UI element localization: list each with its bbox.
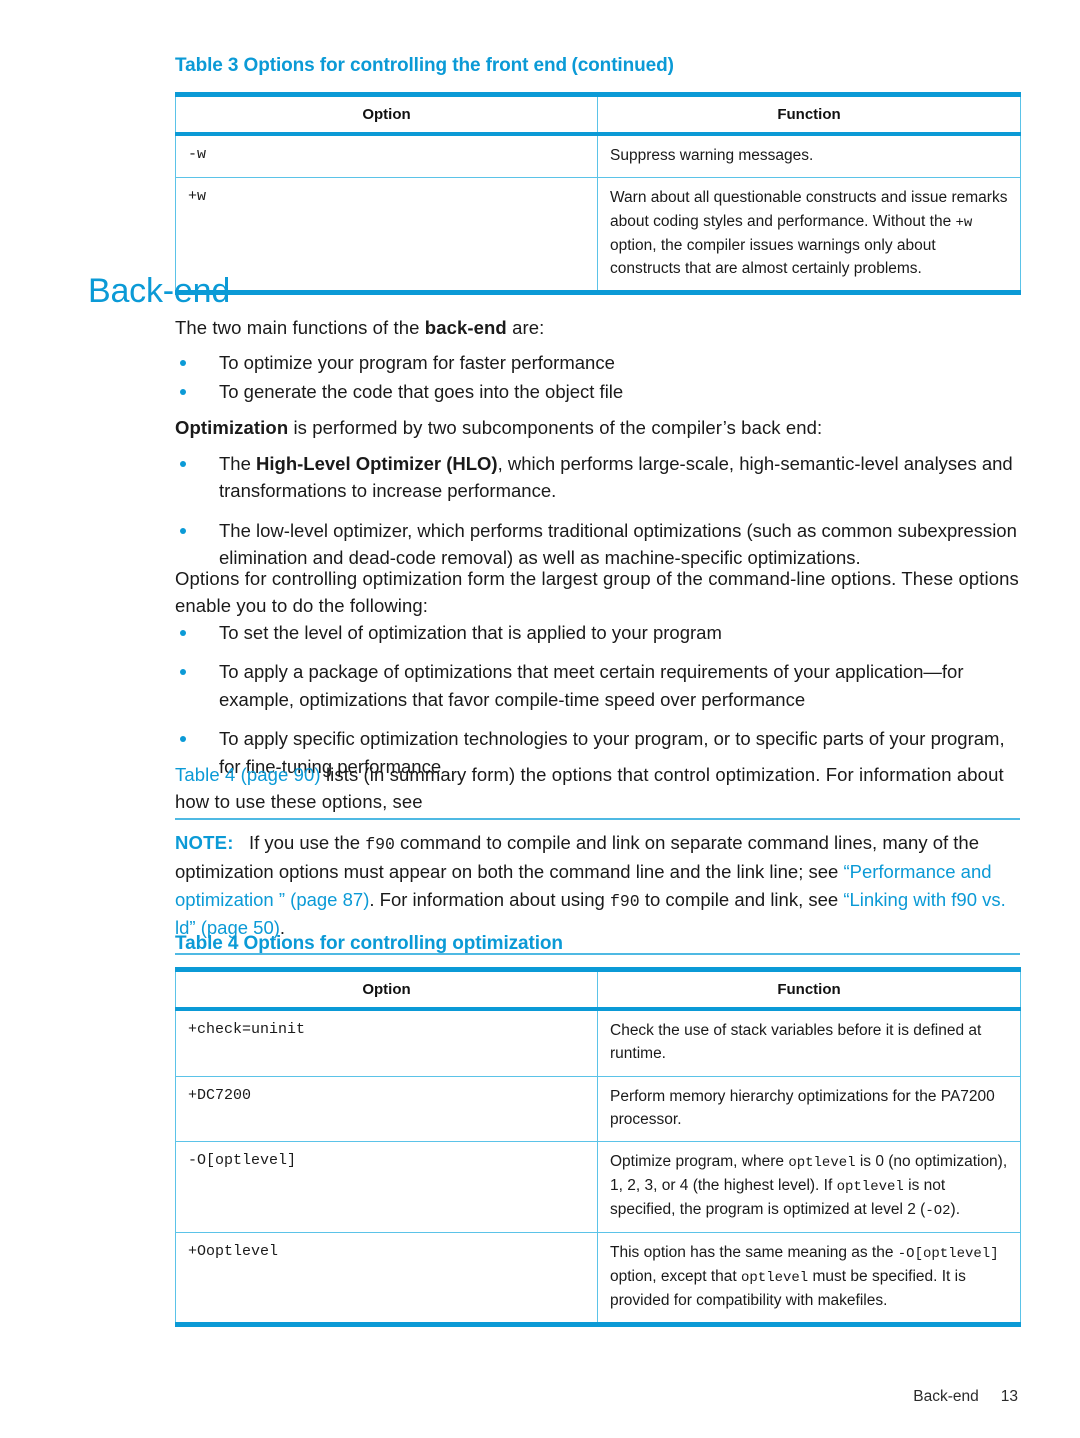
table-row: +w Warn about all questionable construct… [175,177,1021,293]
text-run: This option has the same meaning as the [610,1244,898,1261]
footer-page-number: 13 [1000,1388,1018,1405]
list-item: The High-Level Optimizer (HLO), which pe… [175,450,1020,505]
text-run: . For information about using [369,888,610,910]
table3-header-row: Option Function [175,94,1021,136]
table-row: +DC7200 Perform memory hierarchy optimiz… [175,1076,1021,1142]
code-run: f90 [610,891,640,911]
table4-reference-paragraph: Table 4 (page 90) lists (in summary form… [175,761,1020,816]
text-run: Perform memory hierarchy optimizations f… [610,1087,995,1128]
table4-row3-option: +Ooptlevel [175,1232,598,1325]
list-item: To apply a package of optimizations that… [175,658,1020,713]
intro-paragraph: The two main functions of the back-end a… [175,314,1020,341]
optimizer-bullet-list: The High-Level Optimizer (HLO), which pe… [175,450,1020,584]
intro-after: are: [506,317,545,338]
intro-bold: back-end [424,317,507,338]
intro-before: The two main functions of the [175,317,425,338]
table-row: -O[optlevel] Optimize program, where opt… [175,1141,1021,1233]
list-item: To generate the code that goes into the … [175,378,1020,405]
list-item: The low-level optimizer, which performs … [175,517,1020,572]
text-run: If you use the [248,832,366,853]
table3-wrapper: Option Function -w Suppress warning mess… [175,92,1021,295]
code-run: -O[optlevel] [897,1246,999,1262]
text-run: Warn about all questionable constructs a… [610,189,1008,230]
table3: Option Function -w Suppress warning mess… [175,92,1021,295]
table3-row1-option: +w [175,177,598,293]
text-run: option, except that [610,1268,741,1285]
table3-row1-function: Warn about all questionable constructs a… [598,178,1021,293]
code-run: +w [955,214,973,231]
table4-row2-function: Optimize program, where optlevel is 0 (n… [597,1141,1021,1233]
text-run: Optimize program, where [610,1153,789,1170]
code-run: f90 [365,835,395,854]
table3-caption-text: Table 3 Options for controlling the fron… [175,55,568,76]
table-row: -w Suppress warning messages. [175,134,1021,179]
note-label: NOTE: [175,832,234,853]
list-item-after: The low-level optimizer, which performs … [219,519,1017,569]
text-run: Check the use of stack variables before … [610,1022,982,1063]
table4-page-link[interactable]: Table 4 (page 90) [175,764,321,785]
document-page: Table 3 Options for controlling the fron… [0,0,1080,1438]
options-paragraph-text: Options for controlling optimization for… [175,568,1019,617]
table4-reference-text: Table 4 (page 90) lists (in summary form… [175,761,1020,816]
table-row: +check=uninit Check the use of stack var… [175,1009,1021,1077]
table4-header-function: Function [597,969,1021,1011]
list-item-label: To apply a package of optimizations that… [219,661,964,710]
table3-header-function: Function [597,94,1021,136]
footer-section-label: Back-end [913,1388,979,1405]
table3-caption-continued: (continued) [571,55,674,76]
table4-row1-function: Perform memory hierarchy optimizations f… [597,1076,1021,1142]
code-run: optlevel [836,1179,904,1195]
table4: Option Function +check=uninit Check the … [175,967,1021,1328]
text-run: option, the compiler issues warnings onl… [610,236,936,277]
list-item-label: To generate the code that goes into the … [219,381,624,403]
optimization-lead-paragraph: Optimization is performed by two subcomp… [175,414,1020,441]
table4-header-option: Option [175,969,598,1011]
table-row: +Ooptlevel This option has the same mean… [175,1232,1021,1325]
optimization-lead-text: Optimization is performed by two subcomp… [175,414,1020,441]
list-item-bold: High-Level Optimizer (HLO) [256,453,498,474]
bullets-options: To set the level of optimization that is… [175,619,1020,780]
note-text: NOTE: If you use the f90 command to comp… [175,829,1020,942]
bullets-intro: To optimize your program for faster perf… [175,349,1020,406]
table4-wrapper: Option Function +check=uninit Check the … [175,967,1021,1328]
table3-row0-option: -w [175,134,598,179]
table4-caption: Table 4 Options for controlling optimiza… [175,933,1020,955]
list-item: To set the level of optimization that is… [175,619,1020,646]
code-run: optlevel [740,1270,809,1286]
table4-row0-option: +check=uninit [175,1009,598,1077]
note-body: If you use the f90 command to compile an… [175,832,1006,938]
list-item-label: To optimize your program for faster perf… [219,352,615,373]
table4-row2-option: -O[optlevel] [175,1141,598,1233]
table3-caption: Table 3 Options for controlling the fron… [175,55,1020,77]
intro-text: The two main functions of the back-end a… [175,314,1020,341]
text-run: to compile and link, see [639,888,844,910]
list-item-before: The [219,453,257,474]
list-item: To optimize your program for faster perf… [175,349,1020,376]
table3-header-option: Option [175,94,598,136]
table4-row3-function: This option has the same meaning as the … [598,1233,1021,1325]
bullets-optimizer: The High-Level Optimizer (HLO), which pe… [175,450,1020,572]
table4-header-row: Option Function [175,969,1021,1011]
list-item-label: To set the level of optimization that is… [219,622,722,643]
page-footer: Back-end 13 [913,1388,1018,1406]
intro-bullet-list: To optimize your program for faster perf… [175,349,1020,408]
code-run: optlevel [788,1155,856,1171]
table4-row1-option: +DC7200 [175,1076,598,1142]
optimization-lead-bold: Optimization [175,417,289,438]
table4-row0-function: Check the use of stack variables before … [597,1009,1021,1077]
code-run: -O2 [925,1203,951,1219]
text-run: ). [950,1201,961,1218]
page-title: Back-end [88,272,231,310]
table3-row0-function: Suppress warning messages. [597,134,1021,179]
options-paragraph: Options for controlling optimization for… [175,565,1020,620]
table4-caption-text: Table 4 Options for controlling optimiza… [175,933,563,954]
optimization-lead-rest: is performed by two subcomponents of the… [288,417,823,438]
